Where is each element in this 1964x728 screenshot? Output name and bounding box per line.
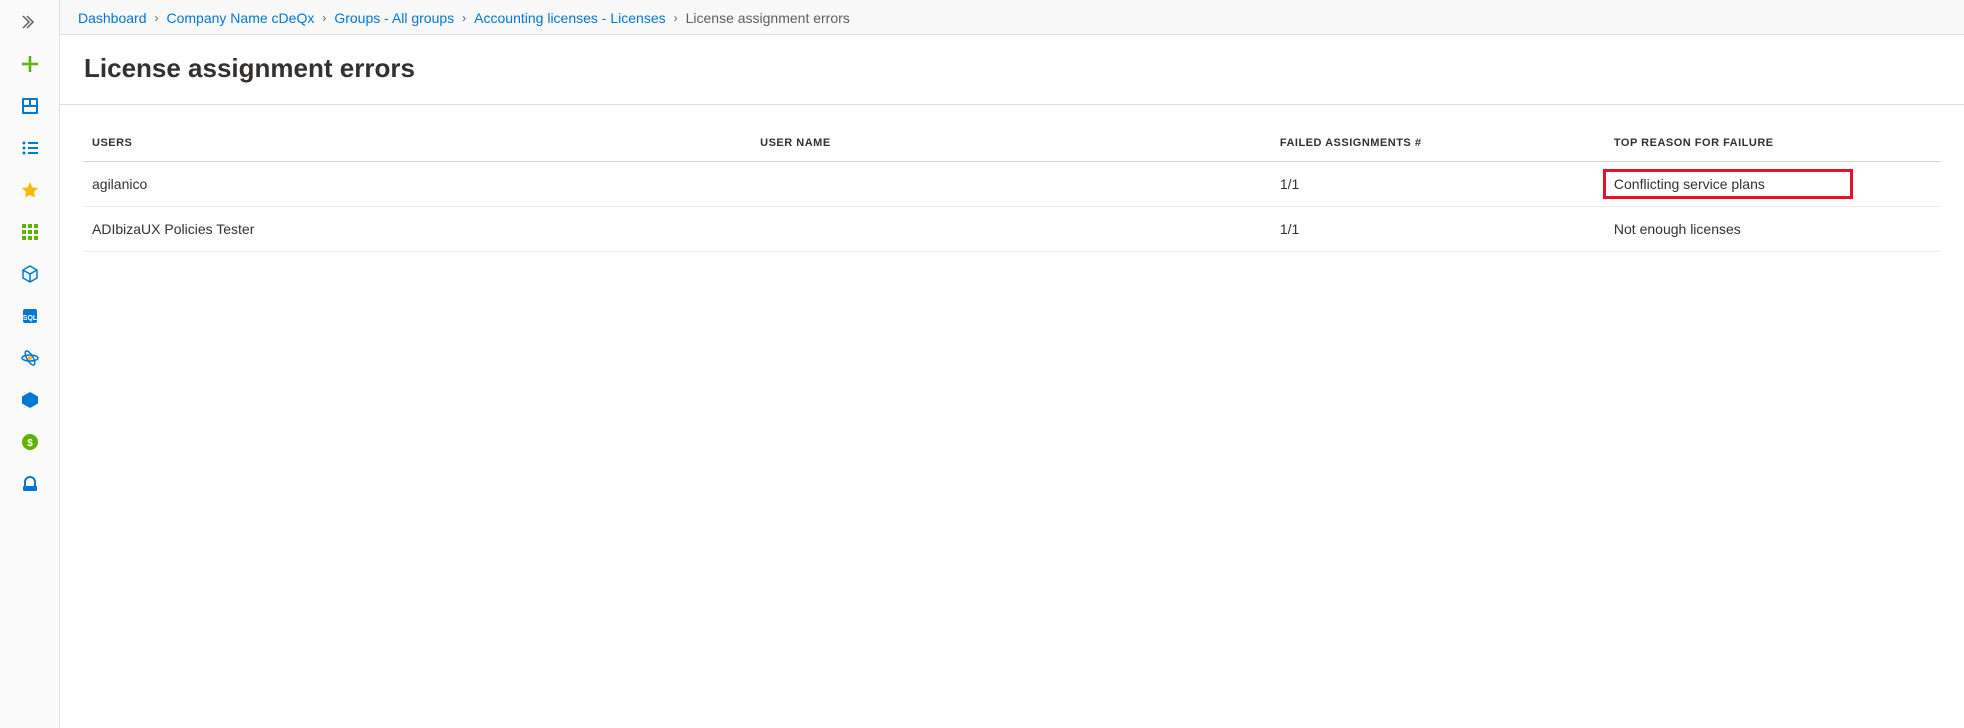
expand-icon[interactable] <box>18 10 42 34</box>
breadcrumb-link[interactable]: Groups - All groups <box>334 10 454 26</box>
dashboard-icon[interactable] <box>18 94 42 118</box>
cell-users: ADIbizaUX Policies Tester <box>84 207 752 252</box>
chevron-right-icon: › <box>322 11 326 25</box>
devops-icon[interactable] <box>18 388 42 412</box>
errors-table: USERS USER NAME FAILED ASSIGNMENTS # TOP… <box>84 125 1940 252</box>
svg-text:SQL: SQL <box>22 315 37 322</box>
chevron-right-icon: › <box>462 11 466 25</box>
page-title: License assignment errors <box>60 35 1964 105</box>
cell-reason: Not enough licenses <box>1606 207 1940 252</box>
chevron-right-icon: › <box>155 11 159 25</box>
cost-icon[interactable]: $ <box>18 430 42 454</box>
grid-icon[interactable] <box>18 220 42 244</box>
cell-username <box>752 207 1272 252</box>
support-icon[interactable] <box>18 472 42 496</box>
cell-failed: 1/1 <box>1272 162 1606 207</box>
create-icon[interactable] <box>18 52 42 76</box>
cube-icon[interactable] <box>18 262 42 286</box>
breadcrumb: Dashboard › Company Name cDeQx › Groups … <box>60 0 1964 35</box>
highlight-annotation: Conflicting service plans <box>1603 169 1853 199</box>
cosmos-icon[interactable] <box>18 346 42 370</box>
breadcrumb-link[interactable]: Dashboard <box>78 10 147 26</box>
chevron-right-icon: › <box>674 11 678 25</box>
breadcrumb-link[interactable]: Accounting licenses - Licenses <box>474 10 665 26</box>
cell-users: agilanico <box>84 162 752 207</box>
col-header-users[interactable]: USERS <box>84 125 752 162</box>
cell-failed: 1/1 <box>1272 207 1606 252</box>
list-icon[interactable] <box>18 136 42 160</box>
errors-table-wrap: USERS USER NAME FAILED ASSIGNMENTS # TOP… <box>60 105 1964 272</box>
table-row[interactable]: ADIbizaUX Policies Tester 1/1Not enough l… <box>84 207 1940 252</box>
sidebar: SQL $ <box>0 0 60 728</box>
col-header-reason[interactable]: TOP REASON FOR FAILURE <box>1606 125 1940 162</box>
col-header-failed[interactable]: FAILED ASSIGNMENTS # <box>1272 125 1606 162</box>
star-icon[interactable] <box>18 178 42 202</box>
main-content: Dashboard › Company Name cDeQx › Groups … <box>60 0 1964 728</box>
cell-reason: Conflicting service plans <box>1606 162 1940 207</box>
col-header-username[interactable]: USER NAME <box>752 125 1272 162</box>
breadcrumb-link[interactable]: Company Name cDeQx <box>167 10 315 26</box>
breadcrumb-current: License assignment errors <box>686 10 850 26</box>
sql-icon[interactable]: SQL <box>18 304 42 328</box>
svg-text:$: $ <box>27 438 33 449</box>
cell-username <box>752 162 1272 207</box>
table-row[interactable]: agilanico 1/1Conflicting service plans <box>84 162 1940 207</box>
